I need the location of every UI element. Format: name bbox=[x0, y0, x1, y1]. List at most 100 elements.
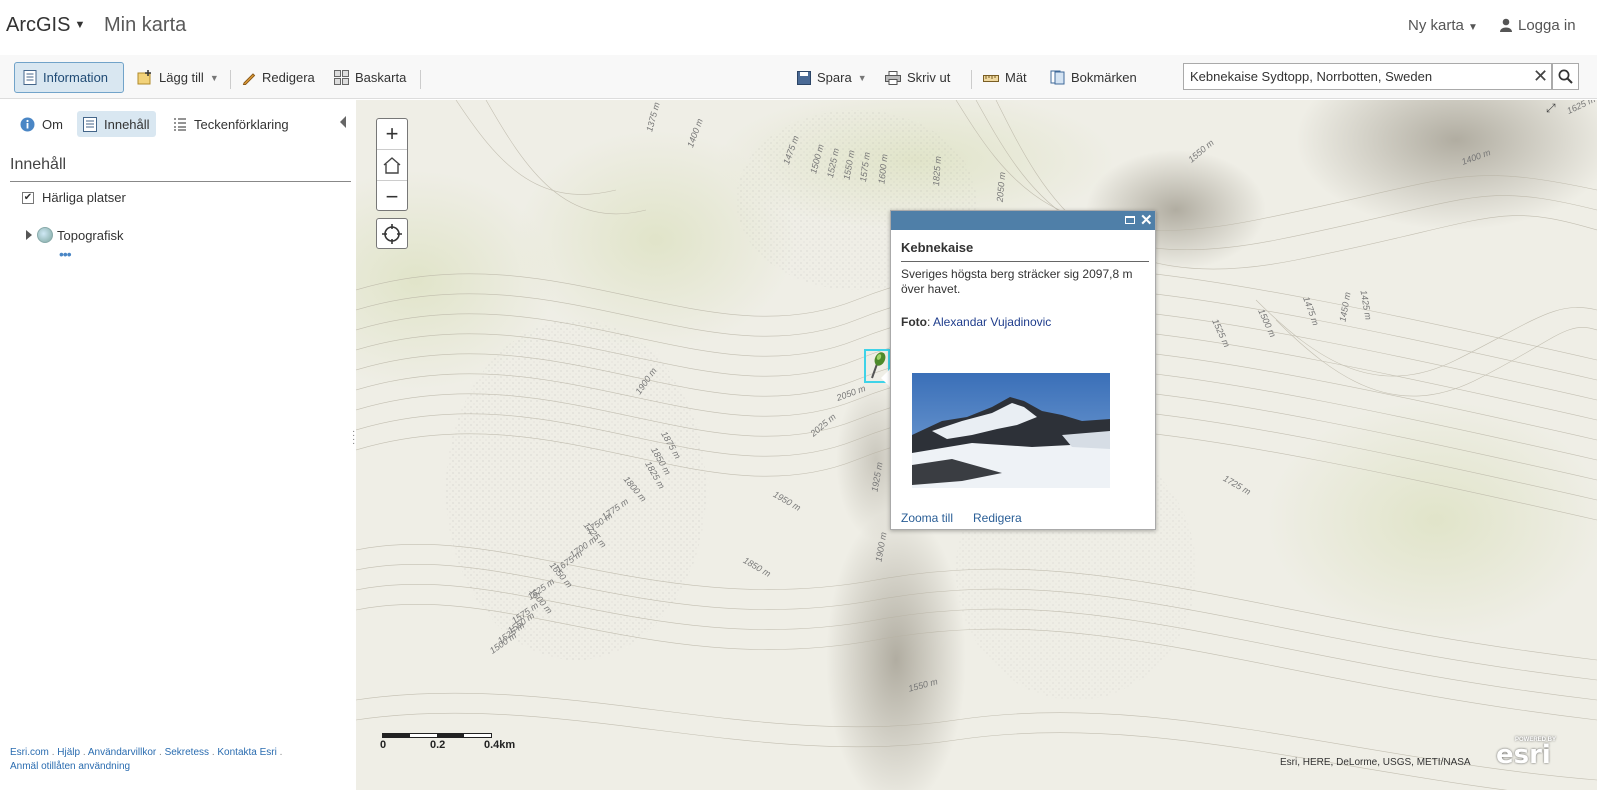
popup-title: Kebnekaise bbox=[901, 240, 974, 255]
toolbar: Information Lägg till ▼ Redigera Baskart… bbox=[0, 55, 1597, 99]
divider bbox=[901, 261, 1149, 262]
tab-content[interactable]: Innehåll bbox=[77, 111, 156, 137]
popup-titlebar bbox=[891, 211, 1155, 230]
scale-tick-label: 0.4km bbox=[484, 739, 516, 751]
caret-down-icon: ▼ bbox=[857, 72, 867, 83]
document-icon bbox=[23, 70, 37, 85]
footer-link[interactable]: Kontakta Esri bbox=[217, 747, 276, 758]
basemap-label: Baskarta bbox=[355, 70, 407, 85]
basemap-button[interactable]: Baskarta bbox=[330, 62, 410, 93]
scale-tick-label: 0 bbox=[380, 739, 387, 751]
bookmarks-button[interactable]: Bokmärken bbox=[1046, 62, 1141, 93]
scale-bar-graphic bbox=[382, 733, 492, 738]
feature-popup: ✕ Kebnekaise Sveriges högsta berg sträck… bbox=[890, 210, 1156, 530]
tab-legend-label: Teckenförklaring bbox=[194, 116, 289, 132]
photo-credit: Foto: Alexandar Vujadinovic bbox=[901, 315, 1051, 329]
content-list-icon bbox=[83, 116, 97, 132]
map-view[interactable]: 1375 m 1400 m 1475 m 1500 m 1525 m 1550 … bbox=[356, 100, 1597, 790]
zoom-in-button[interactable]: + bbox=[377, 119, 407, 150]
map-attribution[interactable]: Esri, HERE, DeLorme, USGS, METI/NASA bbox=[1280, 757, 1471, 768]
divider bbox=[10, 181, 351, 182]
bookmarks-label: Bokmärken bbox=[1071, 70, 1137, 85]
edit-label: Redigera bbox=[262, 70, 315, 85]
print-label: Skriv ut bbox=[907, 70, 951, 85]
info-button[interactable]: Information bbox=[14, 62, 124, 93]
printer-icon bbox=[885, 70, 901, 85]
zoom-controls: + − bbox=[376, 118, 408, 211]
bookmark-icon bbox=[1050, 70, 1065, 85]
caret-down-icon: ▼ bbox=[74, 19, 86, 31]
brand-label: ArcGIS bbox=[6, 14, 71, 36]
scale-tick-label: 0.2 bbox=[430, 739, 446, 751]
layer-item[interactable]: ✔ Härliga platser bbox=[22, 190, 126, 205]
caret-down-icon: ▼ bbox=[1468, 22, 1478, 33]
globe-icon bbox=[37, 227, 53, 243]
footer-link[interactable]: Sekretess bbox=[165, 747, 209, 758]
ruler-icon bbox=[983, 74, 999, 82]
photo-author-link[interactable]: Alexandar Vujadinovic bbox=[933, 315, 1051, 329]
layer-name: Topografisk bbox=[57, 227, 124, 243]
search-input[interactable]: Kebnekaise Sydtopp, Norrbotten, Sweden bbox=[1183, 63, 1552, 90]
home-icon bbox=[383, 157, 401, 174]
tab-content-label: Innehåll bbox=[104, 116, 150, 132]
info-label: Information bbox=[43, 70, 109, 85]
edit-button[interactable]: Redigera bbox=[238, 62, 319, 93]
layer-checkbox[interactable]: ✔ bbox=[22, 191, 34, 204]
measure-button[interactable]: Mät bbox=[979, 62, 1031, 93]
add-label: Lägg till bbox=[159, 70, 204, 85]
close-icon[interactable]: ✕ bbox=[1140, 211, 1153, 229]
photo-credit-label: Foto bbox=[901, 315, 927, 329]
legend-icon bbox=[174, 118, 186, 131]
crosshair-icon bbox=[382, 223, 402, 244]
search-button[interactable] bbox=[1552, 63, 1579, 90]
esri-logo[interactable]: POWERED BY esri bbox=[1496, 737, 1556, 768]
expand-icon[interactable] bbox=[26, 230, 32, 240]
panel-title: Innehåll bbox=[10, 156, 67, 173]
zoom-to-link[interactable]: Zooma till bbox=[901, 511, 953, 525]
basemap-icon bbox=[334, 70, 349, 85]
info-icon bbox=[20, 117, 35, 131]
panel-resize-handle[interactable]: · · · · bbox=[352, 427, 355, 449]
layer-name: Härliga platser bbox=[42, 190, 126, 205]
login-label: Logga in bbox=[1518, 17, 1576, 34]
measure-label: Mät bbox=[1005, 70, 1027, 85]
side-panel: Om Innehåll Teckenförklaring Innehåll ✔ … bbox=[0, 100, 360, 790]
divider bbox=[420, 70, 421, 89]
new-map-menu[interactable]: Ny karta ▼ bbox=[1408, 17, 1478, 34]
locate-button[interactable] bbox=[376, 218, 408, 249]
login-link[interactable]: Logga in bbox=[1500, 17, 1576, 34]
new-map-label: Ny karta bbox=[1408, 17, 1464, 34]
edit-link[interactable]: Redigera bbox=[973, 511, 1022, 525]
zoom-out-button[interactable]: − bbox=[377, 181, 407, 212]
collapse-panel-icon[interactable] bbox=[340, 116, 346, 128]
add-button[interactable]: Lägg till ▼ bbox=[133, 62, 223, 93]
top-header: ArcGIS ▼ Min karta Ny karta ▼ Logga in bbox=[0, 0, 1597, 54]
divider bbox=[971, 70, 972, 89]
layer-item[interactable]: Topografisk bbox=[26, 227, 123, 243]
divider bbox=[230, 70, 231, 89]
footer-link[interactable]: Hjälp bbox=[57, 747, 80, 758]
mountain-photo[interactable] bbox=[912, 373, 1110, 488]
maximize-icon[interactable] bbox=[1125, 216, 1135, 224]
more-options-button[interactable]: ••• bbox=[59, 246, 72, 262]
arcgis-menu[interactable]: ArcGIS ▼ bbox=[6, 14, 85, 37]
popup-description: Sveriges högsta berg sträcker sig 2097,8… bbox=[901, 267, 1133, 296]
footer-link[interactable]: Anmäl otillåten användning bbox=[10, 761, 130, 772]
tab-legend[interactable]: Teckenförklaring bbox=[167, 111, 295, 137]
footer-link[interactable]: Användarvillkor bbox=[88, 747, 156, 758]
expand-map-icon[interactable]: ⤢ bbox=[1546, 101, 1556, 116]
footer-link[interactable]: Esri.com bbox=[10, 747, 49, 758]
home-button[interactable] bbox=[377, 150, 407, 181]
add-layer-icon bbox=[137, 70, 151, 85]
clear-search-icon[interactable]: ✕ bbox=[1533, 67, 1548, 85]
tab-about[interactable]: Om bbox=[14, 111, 69, 137]
tab-about-label: Om bbox=[42, 116, 63, 132]
search-icon bbox=[1558, 69, 1573, 84]
save-button[interactable]: Spara ▼ bbox=[793, 62, 871, 93]
print-button[interactable]: Skriv ut bbox=[881, 62, 954, 93]
map-title: Min karta bbox=[104, 14, 187, 36]
esri-logo-text: esri bbox=[1496, 740, 1551, 770]
user-icon bbox=[1500, 18, 1512, 32]
footer-links: Esri.com . Hjälp . Användarvillkor . Sek… bbox=[10, 747, 283, 772]
save-label: Spara bbox=[817, 70, 852, 85]
